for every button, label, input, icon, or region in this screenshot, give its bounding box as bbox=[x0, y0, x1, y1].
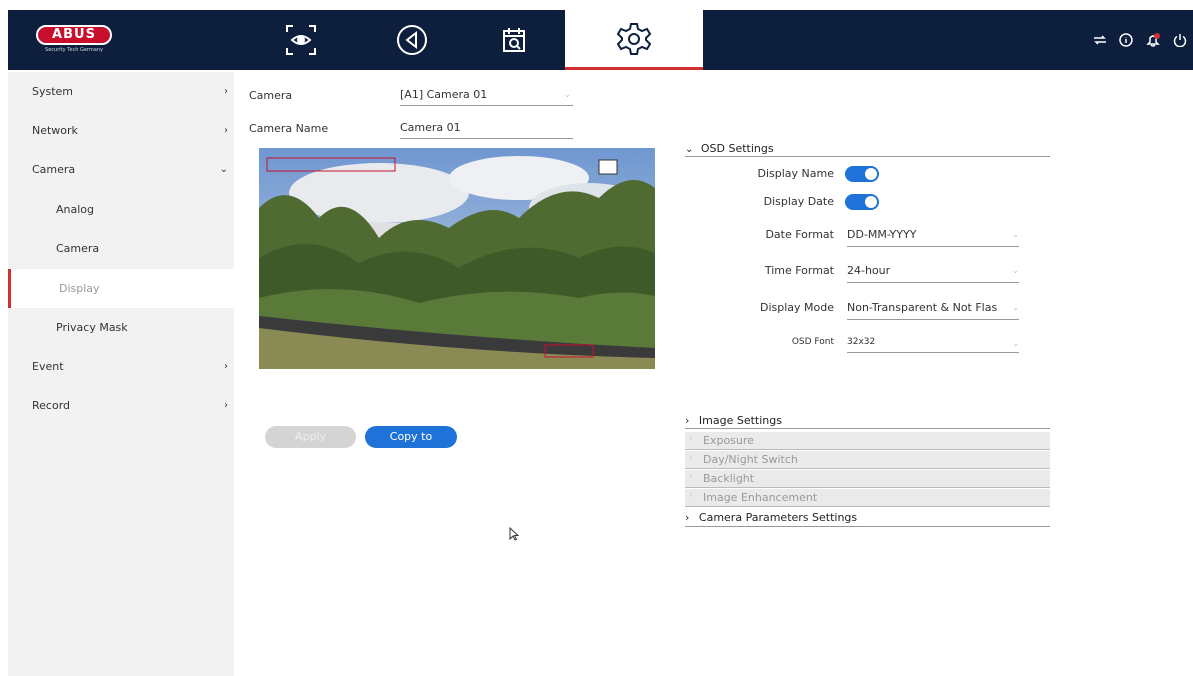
camera-name-value: Camera 01 bbox=[400, 121, 461, 134]
chevron-down-icon: ⌄ bbox=[1012, 303, 1019, 312]
date-format-select[interactable]: DD-MM-YYYY ⌄ bbox=[847, 228, 1019, 247]
sidebar-item-camera[interactable]: Camera ⌄ bbox=[8, 150, 234, 189]
sidebar-item-event[interactable]: Event › bbox=[8, 347, 234, 386]
chevron-right-icon: › bbox=[689, 472, 693, 482]
power-icon[interactable] bbox=[1173, 33, 1187, 50]
sidebar-item-label: Camera bbox=[56, 242, 100, 255]
apply-button[interactable]: Apply bbox=[265, 426, 356, 448]
sidebar-item-label: Record bbox=[32, 399, 71, 412]
mouse-cursor-icon bbox=[509, 527, 519, 541]
network-icon[interactable] bbox=[1093, 34, 1107, 49]
sidebar-item-label: Display bbox=[59, 282, 100, 295]
sidebar-item-label: Event bbox=[32, 360, 64, 373]
settings-gear-icon bbox=[616, 22, 652, 55]
nav-settings[interactable] bbox=[565, 10, 703, 70]
camera-select[interactable]: [A1] Camera 01 ⌄ bbox=[400, 88, 573, 106]
osd-font-label: OSD Font bbox=[791, 337, 834, 347]
image-settings-item-enhancement[interactable]: › Image Enhancement bbox=[685, 489, 1050, 507]
image-settings-item-label: Image Enhancement bbox=[703, 491, 818, 504]
image-settings-item-exposure[interactable]: › Exposure bbox=[685, 432, 1050, 450]
display-mode-value: Non-Transparent & Not Flas bbox=[847, 301, 998, 314]
image-settings-item-label: Day/Night Switch bbox=[703, 453, 798, 466]
time-format-value: 24-hour bbox=[847, 264, 891, 277]
chevron-right-icon: › bbox=[689, 491, 693, 501]
osd-font-select[interactable]: 32x32 ⌄ bbox=[847, 337, 1019, 353]
date-format-label: Date Format bbox=[765, 228, 834, 241]
sidebar-item-label: Network bbox=[32, 124, 78, 137]
image-settings-item-day-night[interactable]: › Day/Night Switch bbox=[685, 451, 1050, 469]
chevron-right-icon: › bbox=[689, 453, 693, 463]
top-bar: ABUS Security Tech Germany bbox=[8, 10, 1193, 70]
chevron-down-icon: ⌄ bbox=[1012, 339, 1019, 348]
camera-select-value: [A1] Camera 01 bbox=[400, 88, 488, 101]
image-settings-item-label: Exposure bbox=[703, 434, 754, 447]
abus-logo: ABUS Security Tech Germany bbox=[36, 25, 112, 55]
sidebar-item-label: System bbox=[32, 85, 74, 98]
logo-text: ABUS bbox=[36, 25, 112, 45]
time-format-select[interactable]: 24-hour ⌄ bbox=[847, 264, 1019, 283]
camera-preview[interactable] bbox=[259, 148, 655, 369]
camera-parameters-header[interactable]: › Camera Parameters Settings bbox=[685, 511, 1050, 527]
image-settings-title: Image Settings bbox=[698, 414, 782, 427]
chevron-down-icon: ⌄ bbox=[564, 90, 571, 99]
image-settings-item-label: Backlight bbox=[703, 472, 755, 485]
sidebar-item-system[interactable]: System › bbox=[8, 72, 234, 111]
camera-preview-image bbox=[259, 148, 655, 369]
display-name-toggle[interactable] bbox=[845, 166, 879, 182]
top-right-icons bbox=[1093, 32, 1187, 51]
sidebar-item-label: Camera bbox=[32, 163, 76, 176]
nav-search[interactable] bbox=[445, 10, 583, 70]
display-name-label: Display Name bbox=[757, 167, 835, 180]
sidebar: System › Network › Camera ⌄ Analog Camer… bbox=[8, 72, 234, 676]
date-format-value: DD-MM-YYYY bbox=[847, 228, 917, 241]
osd-font-value: 32x32 bbox=[847, 337, 876, 347]
image-settings-header[interactable]: › Image Settings bbox=[685, 414, 1050, 429]
live-view-icon bbox=[286, 25, 316, 55]
camera-label: Camera bbox=[249, 89, 293, 102]
image-settings-item-backlight[interactable]: › Backlight bbox=[685, 470, 1050, 488]
sidebar-item-analog[interactable]: Analog bbox=[8, 190, 234, 229]
camera-parameters-title: Camera Parameters Settings bbox=[698, 511, 858, 524]
display-date-toggle[interactable] bbox=[845, 194, 879, 210]
sidebar-item-network[interactable]: Network › bbox=[8, 111, 234, 150]
chevron-down-icon: ⌄ bbox=[1012, 230, 1019, 239]
chevron-right-icon: › bbox=[224, 400, 228, 411]
info-icon[interactable] bbox=[1119, 33, 1133, 50]
time-format-label: Time Format bbox=[764, 264, 834, 277]
sidebar-item-display[interactable]: Display bbox=[8, 269, 234, 308]
chevron-right-icon: › bbox=[685, 414, 690, 427]
camera-name-label: Camera Name bbox=[249, 122, 329, 135]
chevron-down-icon: ⌄ bbox=[219, 164, 228, 175]
chevron-down-icon: ⌄ bbox=[1012, 266, 1019, 275]
search-calendar-icon bbox=[503, 28, 525, 52]
display-date-label: Display Date bbox=[763, 195, 834, 208]
display-mode-select[interactable]: Non-Transparent & Not Flas ⌄ bbox=[847, 301, 1019, 320]
alarm-bell-icon[interactable] bbox=[1145, 32, 1161, 51]
chevron-down-icon: ⌄ bbox=[685, 144, 694, 155]
sidebar-item-record[interactable]: Record › bbox=[8, 386, 234, 425]
chevron-right-icon: › bbox=[224, 361, 228, 372]
sidebar-item-privacy-mask[interactable]: Privacy Mask bbox=[8, 308, 234, 347]
chevron-right-icon: › bbox=[685, 511, 690, 524]
camera-name-field[interactable]: Camera 01 bbox=[400, 121, 573, 139]
sidebar-item-label: Analog bbox=[56, 203, 95, 216]
chevron-right-icon: › bbox=[224, 125, 228, 136]
logo-tagline: Security Tech Germany bbox=[45, 47, 103, 53]
osd-settings-title: OSD Settings bbox=[700, 142, 774, 155]
sidebar-item-camera-sub[interactable]: Camera bbox=[8, 229, 234, 268]
chevron-right-icon: › bbox=[689, 434, 693, 444]
chevron-right-icon: › bbox=[224, 86, 228, 97]
sidebar-item-label: Privacy Mask bbox=[56, 321, 128, 334]
copy-to-button[interactable]: Copy to bbox=[365, 426, 457, 448]
display-mode-label: Display Mode bbox=[759, 301, 834, 314]
playback-icon bbox=[397, 25, 427, 55]
osd-settings-header[interactable]: ⌄ OSD Settings bbox=[685, 142, 1050, 157]
